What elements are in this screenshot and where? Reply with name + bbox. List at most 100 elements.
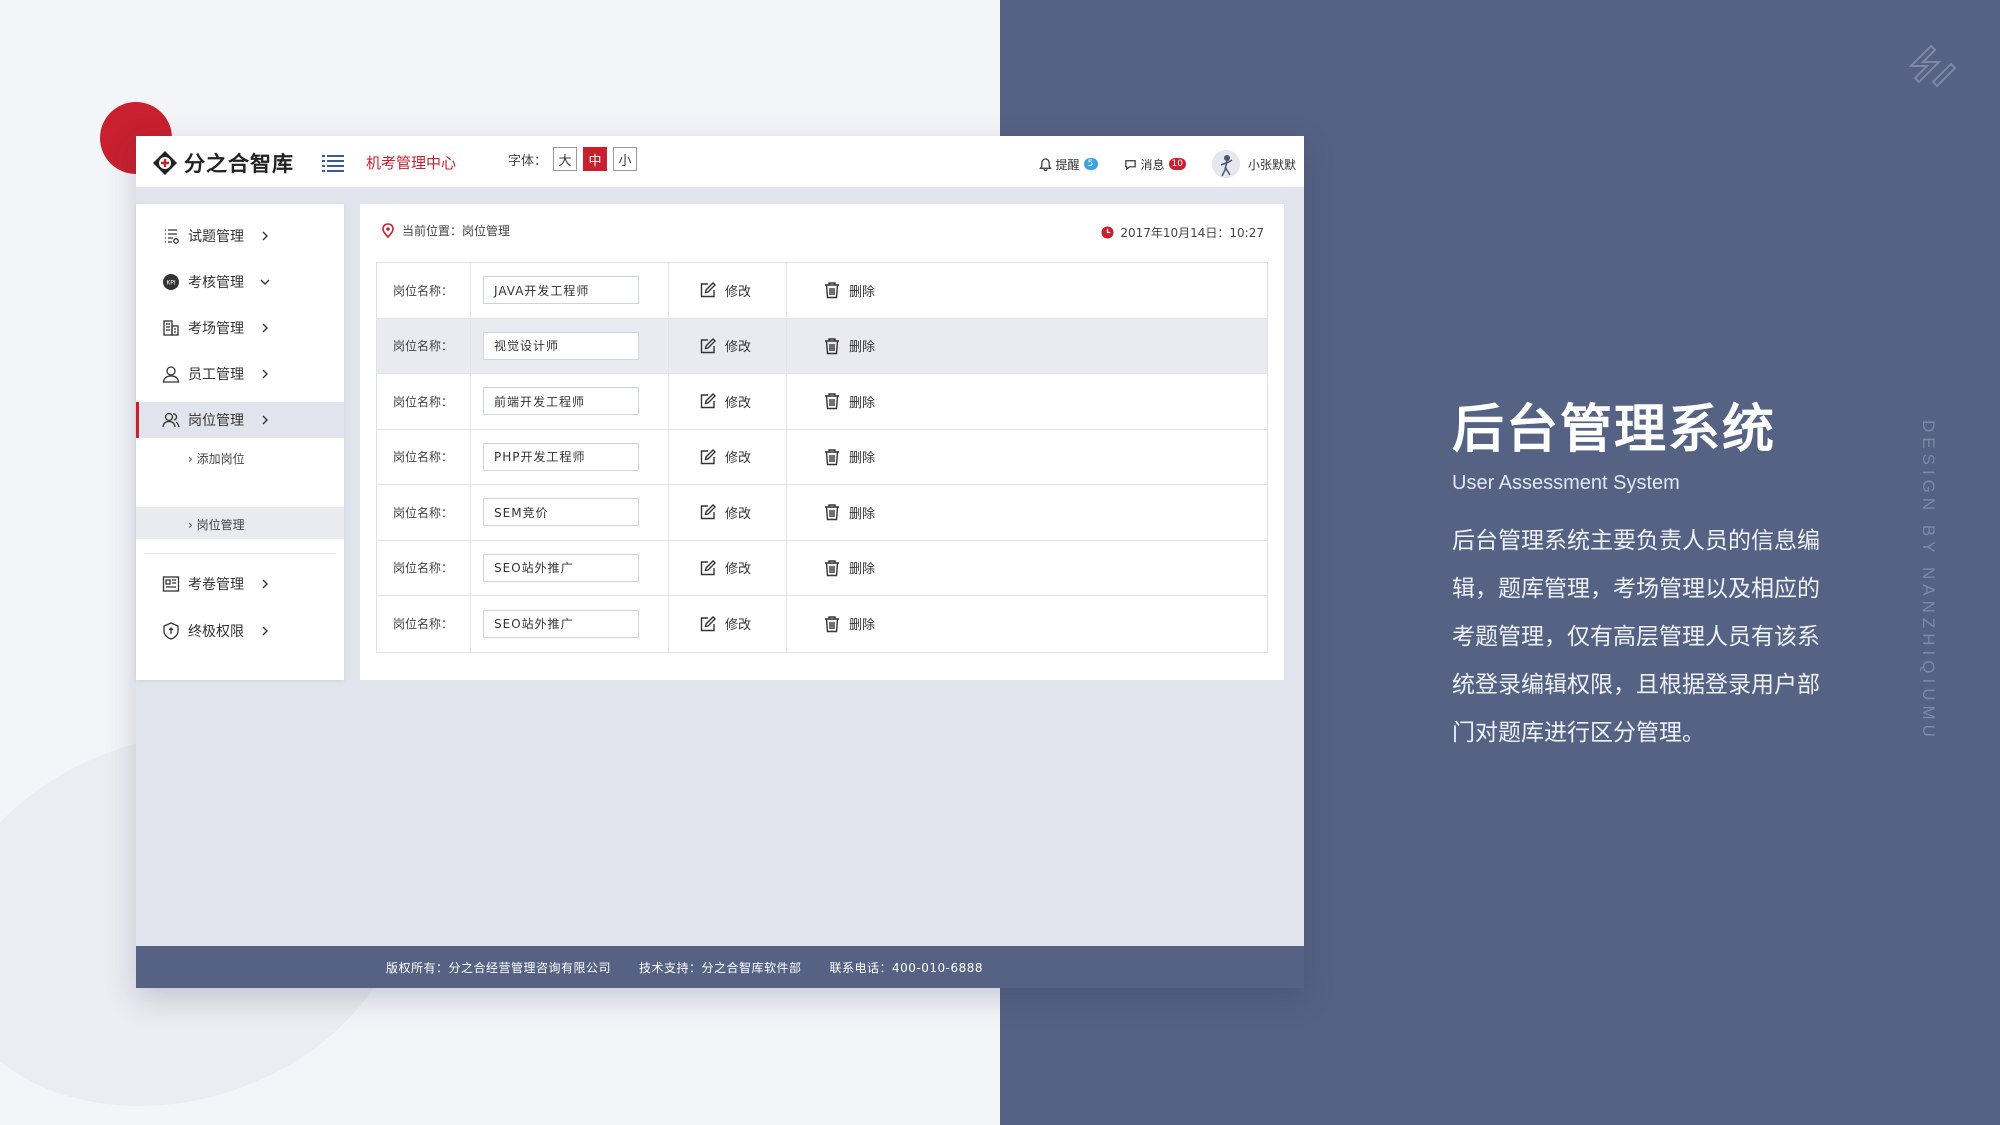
remind-count-badge: 5 [1083, 158, 1098, 170]
sidebar-divider [144, 553, 336, 554]
edit-button[interactable]: 修改 [669, 318, 787, 373]
delete-button[interactable]: 删除 [787, 596, 1267, 652]
position-name-input[interactable]: PHP开发工程师 [483, 442, 639, 471]
edit-label: 修改 [725, 395, 752, 411]
positions-table: 岗位名称： JAVA开发工程师 修改 删除 岗位名称： 视觉设计师 修改 删除 岗位名称： 前端开… [376, 262, 1268, 653]
delete-label: 删除 [849, 506, 876, 522]
table-row: 岗位名称： 视觉设计师 修改 删除 [377, 318, 1267, 374]
delete-button[interactable]: 删除 [787, 319, 1267, 374]
position-name-input[interactable]: 前端开发工程师 [483, 387, 639, 416]
edit-label: 修改 [725, 340, 752, 356]
edit-label: 修改 [725, 284, 752, 300]
position-name-input[interactable]: SEO站外推广 [483, 553, 639, 582]
sidebar-item-assessment[interactable]: KPI 考核管理 [136, 264, 344, 300]
list-icon [165, 229, 179, 244]
table-row: 岗位名称： SEO站外推广 修改 删除 [377, 596, 1267, 652]
delete-label: 删除 [849, 618, 876, 634]
datetime: 2017年10月14日：10:27 [1101, 224, 1264, 241]
position-name-input[interactable]: 视觉设计师 [483, 331, 639, 360]
edit-icon [700, 559, 716, 575]
sidebar-item-label: 考核管理 [188, 275, 244, 291]
message-count-badge: 10 [1168, 158, 1186, 170]
edit-button[interactable]: 修改 [669, 263, 787, 318]
position-name-label: 岗位名称： [377, 485, 471, 540]
position-name-input[interactable]: SEM竞价 [483, 498, 639, 527]
font-size-medium-button[interactable]: 中 [583, 147, 608, 171]
sidebar-item-label: 终极权限 [188, 624, 244, 640]
trash-icon [825, 449, 839, 465]
edit-button[interactable]: 修改 [669, 540, 787, 595]
brand-logo-icon [153, 151, 177, 175]
building-icon [163, 320, 179, 336]
position-name-label: 岗位名称： [377, 263, 471, 318]
sidebar-item-permissions[interactable]: 终极权限 [136, 613, 344, 649]
chevron-right-icon [262, 323, 268, 333]
sidebar-item-questions[interactable]: 试题管理 [136, 218, 344, 254]
delete-label: 删除 [849, 562, 876, 578]
delete-button[interactable]: 删除 [787, 541, 1267, 596]
chevron-right-icon [262, 626, 268, 636]
edit-button[interactable]: 修改 [669, 485, 787, 540]
delete-label: 删除 [849, 395, 876, 411]
trash-icon [825, 504, 839, 521]
kpi-icon: KPI [163, 274, 179, 290]
brand-logo[interactable]: 分之合智库 [152, 148, 294, 178]
sidebar-item-positions[interactable]: 岗位管理 [136, 402, 344, 438]
main-content: 当前位置：岗位管理 2017年10月14日：10:27 岗位名称： JAVA开发工… [360, 204, 1284, 680]
datetime-text: 2017年10月14日：10:27 [1120, 226, 1264, 240]
brand-name: 分之合智库 [184, 152, 294, 176]
sidebar: 试题管理 KPI 考核管理 考场管理 员工管理 岗位管理 › 添加岗位 › 岗位… [136, 204, 344, 680]
users-icon [162, 412, 180, 428]
sidebar-item-label: 考场管理 [188, 321, 244, 337]
edit-label: 修改 [725, 506, 752, 522]
position-name-input[interactable]: SEO站外推广 [483, 609, 639, 638]
menu-icon[interactable] [322, 154, 344, 172]
remind-label: 提醒 [1055, 157, 1080, 172]
font-size-label: 字体： [508, 153, 548, 169]
app-title: 机考管理中心 [366, 154, 457, 172]
trash-icon [825, 338, 839, 354]
position-name-label: 岗位名称： [377, 540, 471, 595]
trash-icon [825, 616, 839, 632]
trash-icon [825, 282, 839, 299]
sidebar-item-papers[interactable]: 考卷管理 [136, 566, 344, 602]
edit-label: 修改 [725, 451, 752, 467]
table-row: 岗位名称： SEM竞价 修改 删除 [377, 485, 1267, 541]
user-avatar[interactable] [1211, 150, 1240, 178]
username[interactable]: 小张默默 [1248, 156, 1296, 173]
sidebar-item-exam-room[interactable]: 考场管理 [136, 310, 344, 346]
trash-icon [825, 560, 839, 576]
breadcrumb: 当前位置：岗位管理 [382, 222, 510, 239]
promo-subtitle: User Assessment System [1452, 472, 1680, 494]
delete-button[interactable]: 删除 [787, 263, 1267, 318]
delete-button[interactable]: 删除 [787, 430, 1267, 485]
table-row: 岗位名称： PHP开发工程师 修改 删除 [377, 429, 1267, 485]
remind-button[interactable]: 提醒 5 [1038, 156, 1098, 173]
sidebar-subitem-manage-positions[interactable]: › 岗位管理 [188, 516, 245, 533]
footer: 版权所有：分之合经营管理咨询有限公司 技术支持：分之合智库软件部 联系电话：40… [136, 946, 1304, 988]
delete-button[interactable]: 删除 [787, 485, 1267, 540]
delete-button[interactable]: 删除 [787, 374, 1267, 429]
location-pin-icon [382, 223, 394, 238]
chevron-right-icon [262, 415, 268, 425]
chevron-down-icon [260, 279, 270, 285]
edit-icon [700, 337, 716, 353]
font-size-small-button[interactable]: 小 [613, 147, 638, 171]
edit-button[interactable]: 修改 [669, 374, 787, 429]
promo-title: 后台管理系统 [1452, 400, 1777, 460]
table-row: 岗位名称： 前端开发工程师 修改 删除 [377, 374, 1267, 430]
top-bar: 分之合智库 机考管理中心 字体： 大 中 小 提醒 5 消息 10 小张默默 [136, 136, 1304, 188]
edit-icon [700, 393, 716, 409]
delete-label: 删除 [849, 340, 876, 356]
position-name-input[interactable]: JAVA开发工程师 [483, 276, 639, 305]
edit-button[interactable]: 修改 [669, 596, 787, 652]
vertical-credit-text: DESIGN BY NANZHIQIUMU [1919, 420, 1938, 742]
paper-icon [162, 576, 180, 592]
font-size-large-button[interactable]: 大 [553, 147, 578, 171]
message-button[interactable]: 消息 10 [1124, 156, 1186, 173]
sidebar-item-employees[interactable]: 员工管理 [136, 356, 344, 392]
sidebar-subitem-add-position[interactable]: › 添加岗位 [188, 450, 245, 467]
edit-button[interactable]: 修改 [669, 429, 787, 484]
position-name-label: 岗位名称： [377, 318, 471, 373]
message-label: 消息 [1140, 157, 1165, 172]
